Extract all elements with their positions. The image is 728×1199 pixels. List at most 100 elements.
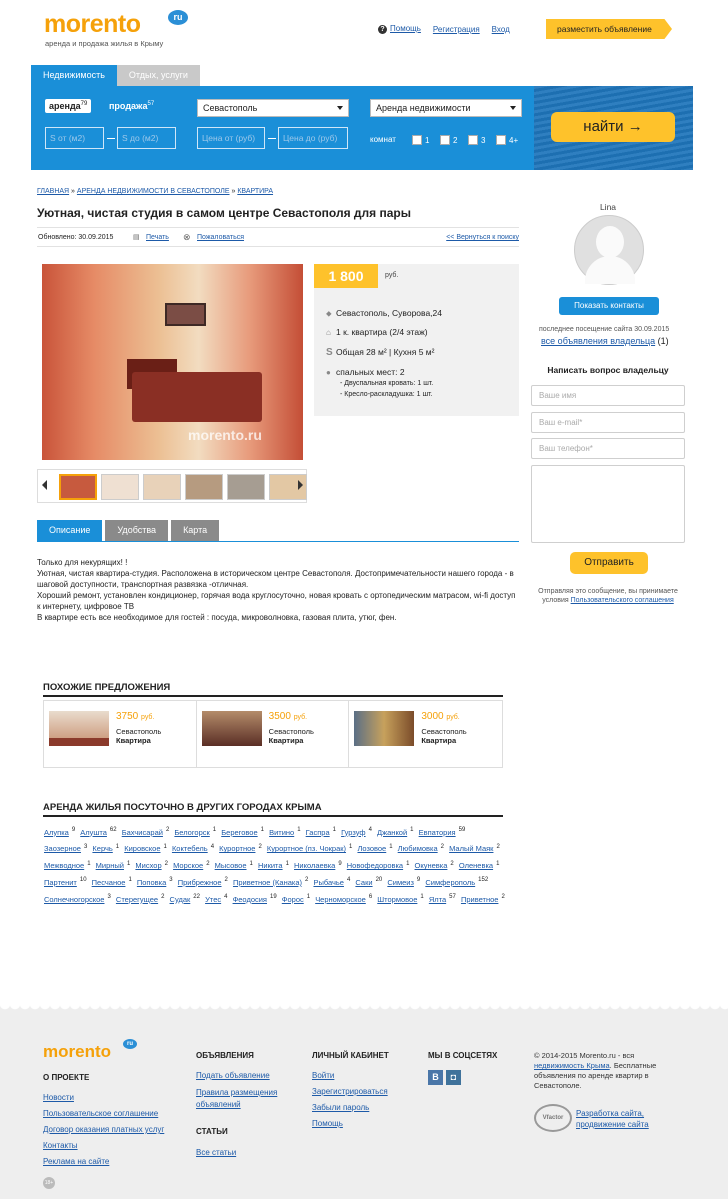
message-textarea[interactable] bbox=[531, 465, 685, 543]
city-link[interactable]: Гаспра bbox=[306, 828, 330, 837]
city-link[interactable]: Ялта bbox=[429, 895, 446, 904]
city-link[interactable]: Форос bbox=[282, 895, 304, 904]
city-link[interactable]: Евпатория bbox=[419, 828, 456, 837]
city-link[interactable]: Черноморское bbox=[315, 895, 366, 904]
city-link[interactable]: Курортное (пз. Чокрак) bbox=[267, 844, 346, 853]
thumbnail[interactable] bbox=[227, 474, 265, 500]
show-contacts-button[interactable]: Показать контакты bbox=[559, 297, 659, 315]
find-button[interactable]: найти → bbox=[551, 112, 675, 142]
footer-link[interactable]: Новости bbox=[43, 1093, 74, 1102]
rooms-checkbox-4plus[interactable] bbox=[496, 135, 506, 145]
city-link[interactable]: Новофедоровка bbox=[347, 861, 403, 870]
city-link[interactable]: Алушта bbox=[80, 828, 107, 837]
vk-icon[interactable]: B bbox=[428, 1070, 443, 1085]
login-link[interactable]: Вход bbox=[492, 25, 510, 34]
city-link[interactable]: Николаевка bbox=[294, 861, 335, 870]
city-link[interactable]: Песчаное bbox=[92, 878, 126, 887]
city-link[interactable]: Приветное bbox=[461, 895, 499, 904]
agreement-link[interactable]: Пользовательского соглашения bbox=[571, 597, 674, 604]
send-button[interactable]: Отправить bbox=[570, 552, 648, 574]
city-link[interactable]: Лозовое bbox=[357, 844, 386, 853]
thumb-prev-icon[interactable] bbox=[42, 480, 47, 490]
city-link[interactable]: Судак bbox=[170, 895, 191, 904]
footer-link[interactable]: Договор оказания платных услуг bbox=[43, 1125, 164, 1134]
breadcrumb-home[interactable]: ГЛАВНАЯ bbox=[37, 188, 69, 195]
thumbnail[interactable] bbox=[143, 474, 181, 500]
print-link[interactable]: Печать bbox=[146, 234, 169, 241]
email-field[interactable]: Ваш e-mail* bbox=[531, 412, 685, 433]
city-link[interactable]: Кировское bbox=[124, 844, 160, 853]
thumbnail[interactable] bbox=[185, 474, 223, 500]
developer-logo-icon[interactable]: Vfactor bbox=[534, 1104, 572, 1132]
site-logo[interactable]: morento ru аренда и продажа жилья в Крым… bbox=[44, 10, 188, 48]
city-link[interactable]: Оленевка bbox=[459, 861, 493, 870]
footer-link[interactable]: Забыли пароль bbox=[312, 1103, 369, 1112]
city-link[interactable]: Курортное bbox=[219, 844, 255, 853]
city-link[interactable]: Керчь bbox=[92, 844, 112, 853]
area-from-input[interactable]: S от (м2) bbox=[45, 127, 104, 149]
thumb-next-icon[interactable] bbox=[298, 480, 303, 490]
similar-card[interactable]: 3750 руб. Севастополь Квартира bbox=[44, 701, 197, 767]
city-link[interactable]: Поповка bbox=[137, 878, 166, 887]
footer-link[interactable]: Правила размещения объявлений bbox=[196, 1087, 286, 1111]
type-select[interactable]: Аренда недвижимости bbox=[370, 99, 522, 117]
city-link[interactable]: Рыбачье bbox=[313, 878, 344, 887]
city-link[interactable]: Коктебель bbox=[172, 844, 208, 853]
breadcrumb-rent[interactable]: АРЕНДА НЕДВИЖИМОСТИ В СЕВАСТОПОЛЕ bbox=[77, 188, 230, 195]
city-link[interactable]: Бахчисарай bbox=[122, 828, 163, 837]
name-field[interactable]: Ваше имя bbox=[531, 385, 685, 406]
city-link[interactable]: Белогорск bbox=[174, 828, 209, 837]
back-to-search-link[interactable]: << Вернуться к поиску bbox=[446, 234, 519, 241]
city-link[interactable]: Саки bbox=[355, 878, 372, 887]
city-link[interactable]: Межводное bbox=[44, 861, 84, 870]
city-link[interactable]: Джанкой bbox=[377, 828, 407, 837]
rooms-checkbox-2[interactable] bbox=[440, 135, 450, 145]
sale-toggle[interactable]: продажа57 bbox=[109, 101, 154, 111]
city-link[interactable]: Феодосия bbox=[233, 895, 267, 904]
copyright-link[interactable]: недвижимость Крыма bbox=[534, 1061, 610, 1070]
register-link[interactable]: Регистрация bbox=[433, 25, 480, 34]
rooms-checkbox-3[interactable] bbox=[468, 135, 478, 145]
city-link[interactable]: Солнечногорское bbox=[44, 895, 104, 904]
thumbnail[interactable] bbox=[101, 474, 139, 500]
help-link[interactable]: Помощь bbox=[390, 24, 421, 33]
tab-leisure[interactable]: Отдых, услуги bbox=[116, 65, 200, 86]
similar-card[interactable]: 3500 руб. Севастополь Квартира bbox=[197, 701, 350, 767]
city-link[interactable]: Партенит bbox=[44, 878, 77, 887]
city-link[interactable]: Симеиз bbox=[387, 878, 414, 887]
city-link[interactable]: Симферополь bbox=[425, 878, 475, 887]
all-owner-ads-link[interactable]: все объявления владельца bbox=[541, 336, 655, 346]
city-link[interactable]: Малый Маяк bbox=[449, 844, 493, 853]
city-link[interactable]: Прибрежное bbox=[178, 878, 222, 887]
city-link[interactable]: Стерегущее bbox=[116, 895, 158, 904]
footer-link[interactable]: Войти bbox=[312, 1071, 334, 1080]
tab-realty[interactable]: Недвижимость bbox=[31, 65, 117, 86]
city-link[interactable]: Любимовка bbox=[398, 844, 438, 853]
rent-toggle[interactable]: аренда79 bbox=[45, 99, 92, 113]
rooms-checkbox-1[interactable] bbox=[412, 135, 422, 145]
price-from-input[interactable]: Цена от (руб) bbox=[197, 127, 265, 149]
footer-link[interactable]: Помощь bbox=[312, 1119, 343, 1128]
city-link[interactable]: Морское bbox=[173, 861, 203, 870]
city-link[interactable]: Витино bbox=[269, 828, 294, 837]
city-link[interactable]: Никита bbox=[258, 861, 283, 870]
instagram-icon[interactable]: ◘ bbox=[446, 1070, 461, 1085]
complain-link[interactable]: Пожаловаться bbox=[197, 234, 244, 241]
city-select[interactable]: Севастополь bbox=[197, 99, 349, 117]
tab-description[interactable]: Описание bbox=[37, 520, 103, 541]
price-to-input[interactable]: Цена до (руб) bbox=[278, 127, 348, 149]
footer-link[interactable]: Зарегистрироваться bbox=[312, 1087, 388, 1096]
area-to-input[interactable]: S до (м2) bbox=[117, 127, 176, 149]
footer-logo[interactable]: morento ru bbox=[43, 1039, 137, 1062]
breadcrumb-flat[interactable]: КВАРТИРА bbox=[237, 188, 273, 195]
phone-field[interactable]: Ваш телефон* bbox=[531, 438, 685, 459]
tab-map[interactable]: Карта bbox=[171, 520, 220, 541]
developer-link[interactable]: Разработка сайта, продвижение сайта bbox=[576, 1108, 666, 1130]
footer-link[interactable]: Пользовательское соглашение bbox=[43, 1109, 158, 1118]
city-link[interactable]: Алупка bbox=[44, 828, 69, 837]
footer-link[interactable]: Подать объявление bbox=[196, 1071, 270, 1080]
city-link[interactable]: Гурзуф bbox=[341, 828, 366, 837]
city-link[interactable]: Заозерное bbox=[44, 844, 81, 853]
city-link[interactable]: Береговое bbox=[221, 828, 257, 837]
city-link[interactable]: Окуневка bbox=[415, 861, 448, 870]
